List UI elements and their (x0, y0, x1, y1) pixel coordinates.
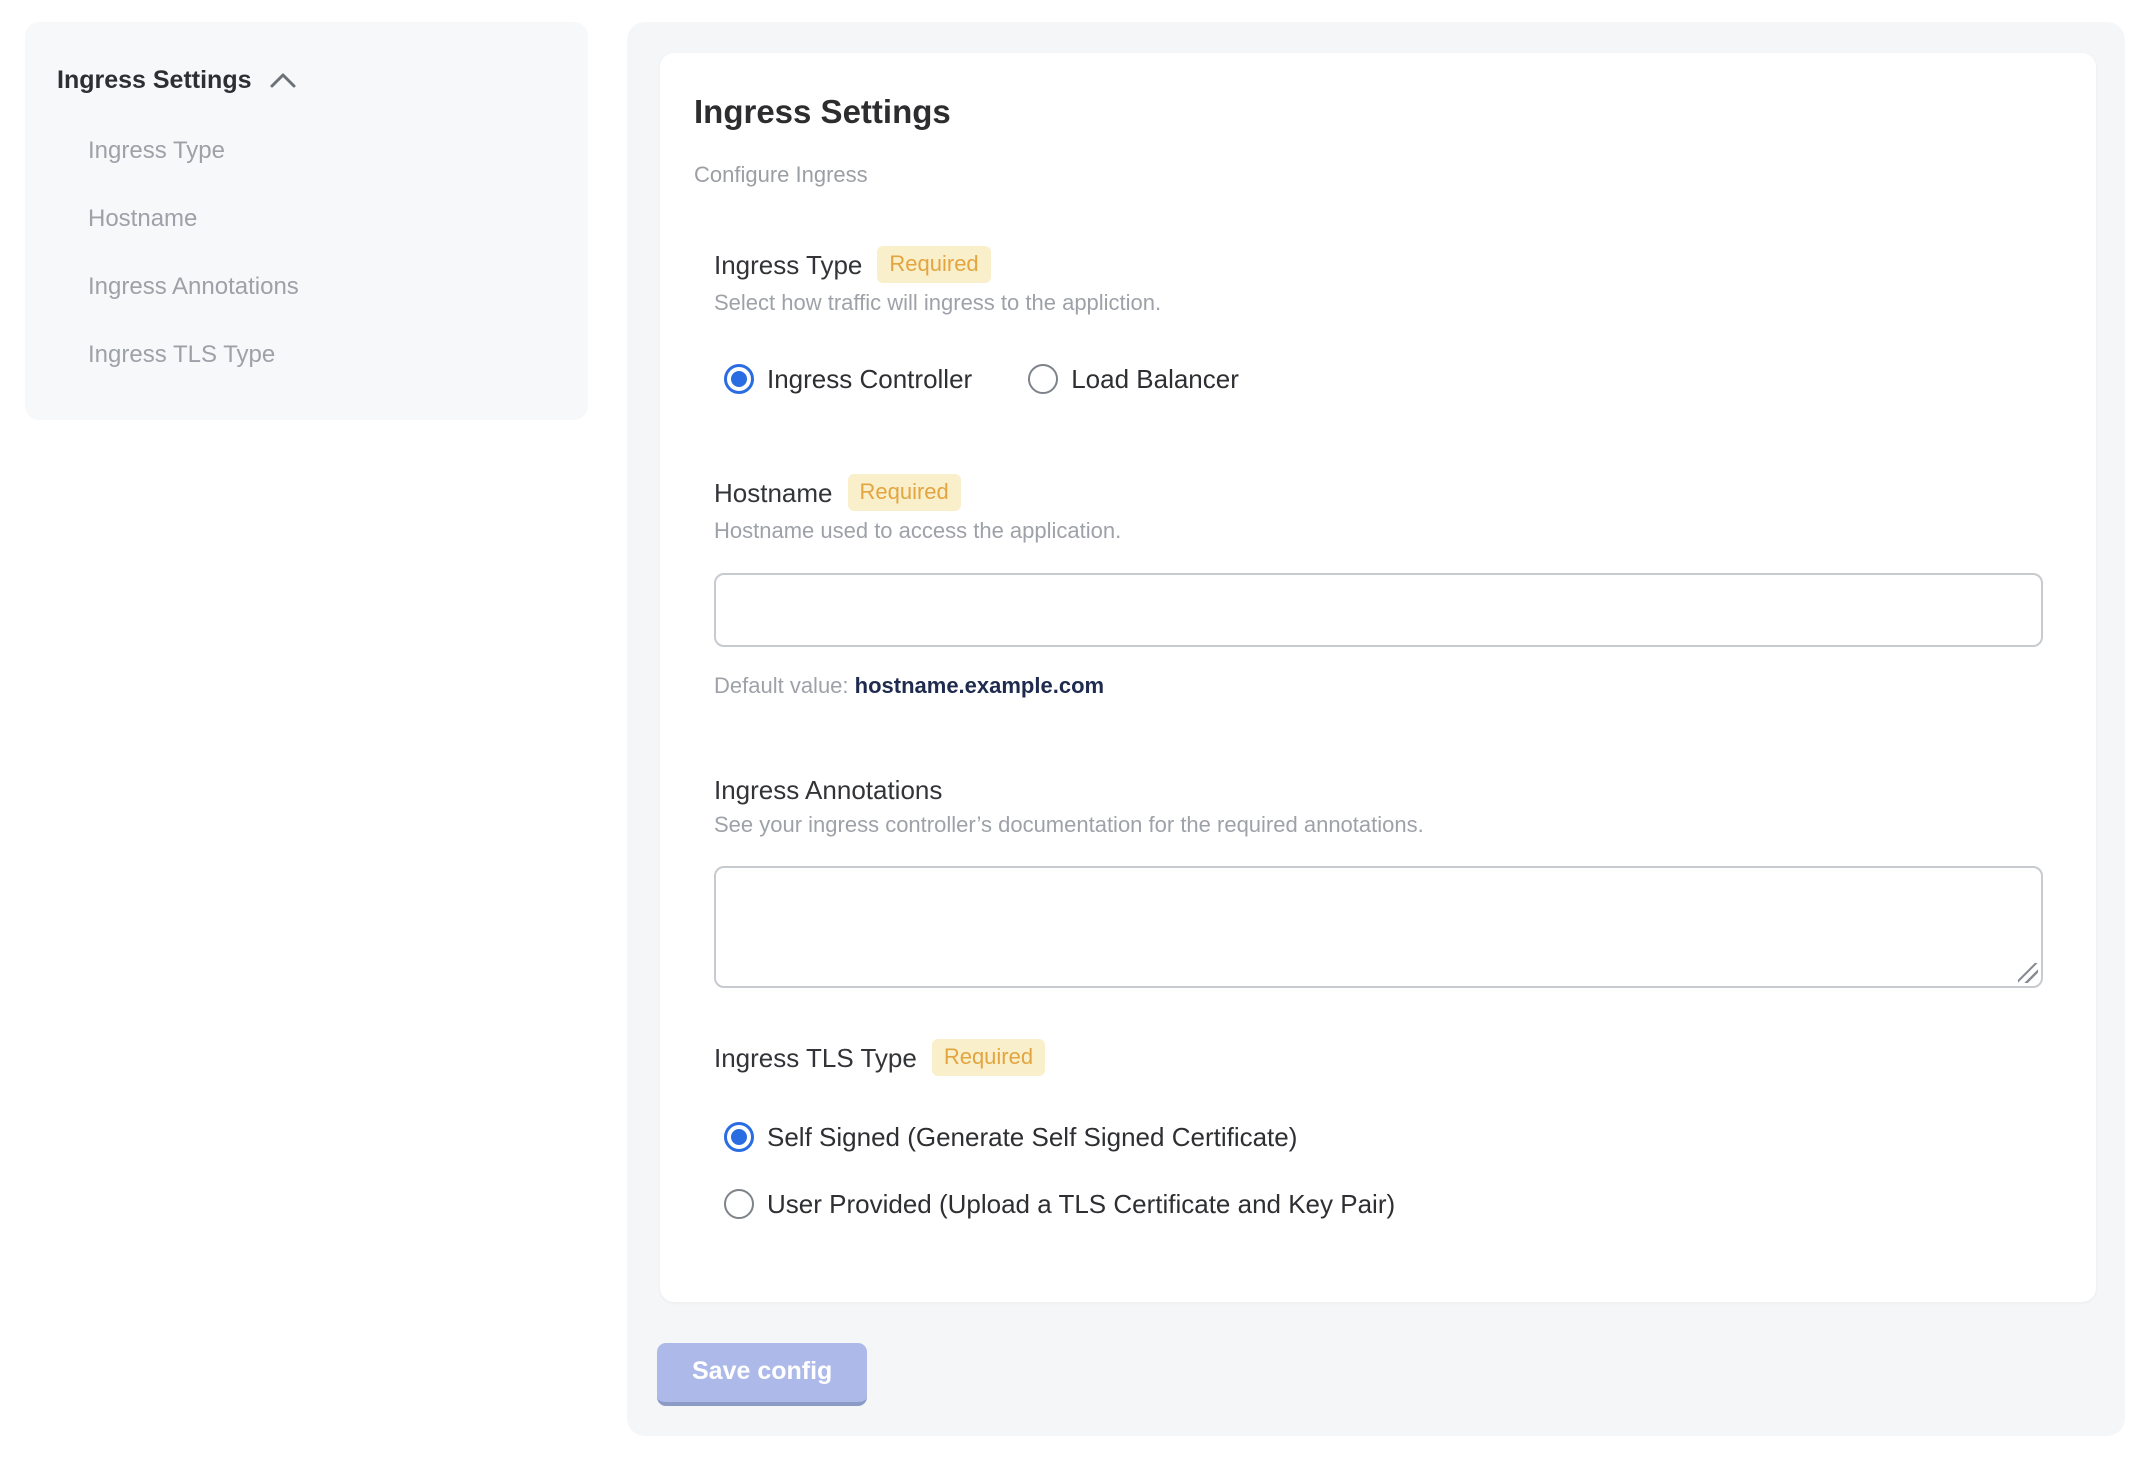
radio-option-label: Self Signed (Generate Self Signed Certif… (767, 1122, 1298, 1152)
required-badge: Required (847, 474, 961, 511)
annotations-textarea[interactable] (714, 866, 2043, 988)
field-ingress-type: Ingress Type Required Select how traffic… (714, 246, 2043, 394)
radio-option-user-provided[interactable]: User Provided (Upload a TLS Certificate … (724, 1189, 2043, 1219)
radio-option-ingress-controller[interactable]: Ingress Controller (724, 364, 972, 394)
radio-option-load-balancer[interactable]: Load Balancer (1028, 364, 1239, 394)
ingress-settings-card: Ingress Settings Configure Ingress Ingre… (660, 53, 2096, 1302)
field-ingress-tls-type: Ingress TLS Type Required Self Signed (G… (714, 1039, 2043, 1219)
radio-option-label: Ingress Controller (767, 364, 973, 394)
settings-nav-sidebar: Ingress Settings Ingress Type Hostname I… (25, 22, 588, 420)
tls-type-radio-group: Self Signed (Generate Self Signed Certif… (714, 1122, 2043, 1219)
radio-button-icon[interactable] (724, 364, 754, 394)
sidebar-section-ingress-settings[interactable]: Ingress Settings (57, 66, 556, 95)
required-badge: Required (931, 1039, 1046, 1076)
hostname-input[interactable] (714, 573, 2043, 647)
radio-option-self-signed[interactable]: Self Signed (Generate Self Signed Certif… (724, 1122, 2043, 1152)
hostname-default-line: Default value: hostname.example.com (714, 673, 2043, 699)
page-title: Ingress Settings (694, 93, 951, 130)
tls-type-label: Ingress TLS Type (714, 1042, 917, 1073)
sidebar-item-hostname[interactable]: Hostname (88, 205, 556, 233)
hostname-label: Hostname (714, 477, 833, 508)
ingress-type-description: Select how traffic will ingress to the a… (714, 290, 1162, 315)
radio-option-label: Load Balancer (1071, 364, 1239, 394)
sidebar-item-list: Ingress Type Hostname Ingress Annotation… (57, 137, 556, 369)
page-subtitle: Configure Ingress (694, 162, 868, 187)
chevron-up-icon (268, 71, 298, 91)
default-value-text: hostname.example.com (854, 673, 1105, 698)
save-config-button[interactable]: Save config (657, 1343, 868, 1406)
radio-option-label: User Provided (Upload a TLS Certificate … (767, 1189, 1396, 1219)
sidebar-item-ingress-annotations[interactable]: Ingress Annotations (88, 273, 556, 301)
ingress-type-label: Ingress Type (714, 249, 863, 280)
annotations-label: Ingress Annotations (714, 775, 943, 805)
default-value-prefix: Default value: (714, 673, 855, 698)
sidebar-section-title: Ingress Settings (57, 66, 252, 94)
hostname-description: Hostname used to access the application. (714, 518, 1122, 543)
sidebar-item-ingress-tls-type[interactable]: Ingress TLS Type (88, 341, 556, 369)
radio-button-icon[interactable] (724, 1122, 754, 1152)
radio-button-icon[interactable] (724, 1189, 754, 1219)
sidebar-item-ingress-type[interactable]: Ingress Type (88, 137, 556, 165)
radio-button-icon[interactable] (1028, 364, 1059, 394)
field-hostname: Hostname Required Hostname used to acces… (714, 474, 2043, 699)
ingress-settings-panel: Ingress Settings Configure Ingress Ingre… (627, 22, 2125, 1436)
field-ingress-annotations: Ingress Annotations See your ingress con… (714, 775, 2043, 988)
ingress-type-radio-group: Ingress Controller Load Balancer (714, 364, 2043, 394)
ingress-form: Ingress Type Required Select how traffic… (714, 246, 2043, 1219)
required-badge: Required (877, 246, 991, 283)
annotations-description: See your ingress controller’s documentat… (714, 812, 1424, 837)
